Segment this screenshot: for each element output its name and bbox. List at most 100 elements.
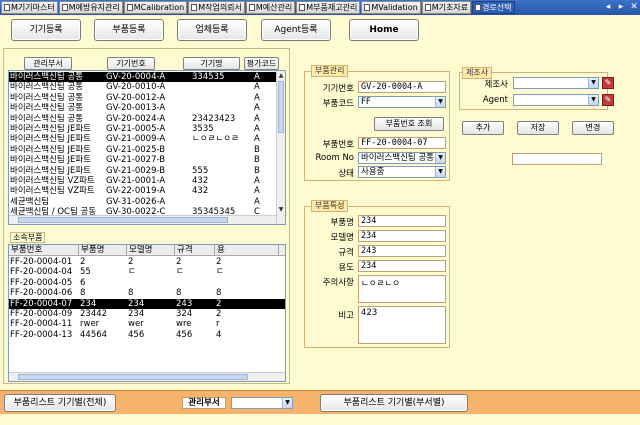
use-field[interactable]: 234: [358, 260, 446, 272]
parts-list-by-dept-button[interactable]: 부품리스트 기기별(부서별): [320, 394, 468, 412]
sort-by-equip-name-button[interactable]: 기기명: [183, 57, 240, 70]
tab-validation[interactable]: MValidation: [361, 1, 421, 14]
equipment-register-button[interactable]: 기기등록: [11, 19, 81, 41]
equipment-row[interactable]: 바이러스백신팀 VZ파트 GV-22-0019-A 432 A: [9, 186, 276, 196]
add-button[interactable]: 추가: [462, 121, 504, 135]
scroll-thumb[interactable]: [278, 81, 284, 133]
parts-row[interactable]: FF-20-0004-07 234 234 243 2: [9, 298, 285, 309]
part-no-field[interactable]: FF-20-0004-07: [358, 137, 446, 149]
parts-row[interactable]: FF-20-0004-11 rwer wer wre r: [9, 319, 285, 329]
change-button[interactable]: 변경: [572, 121, 614, 135]
tab-budget[interactable]: M예산관리: [245, 1, 296, 14]
parts-cell: 8: [128, 288, 134, 299]
equipment-row[interactable]: 바이러스백신팀 공통 GV-20-0024-A 23423423 A: [9, 114, 276, 124]
pick-maker-icon[interactable]: ✎: [602, 77, 614, 89]
pick-agent-icon[interactable]: ✎: [602, 94, 614, 106]
equipment-row[interactable]: 바이러스백신팀 JE파트 GV-21-0005-A 3535 A: [9, 124, 276, 134]
save-button[interactable]: 저장: [517, 121, 559, 135]
equipment-cell: 바이러스백신팀 공통: [10, 72, 84, 82]
equipment-row[interactable]: 바이러스백신팀 공통 GV-20-0012-A A: [9, 93, 276, 103]
parts-cell: 2: [216, 257, 222, 267]
parts-cell: 44564: [80, 329, 108, 340]
tab-calibration[interactable]: MCalibration: [123, 1, 188, 14]
chevron-down-icon[interactable]: ▼: [282, 398, 292, 408]
chevron-down-icon[interactable]: ▼: [435, 153, 445, 163]
home-button[interactable]: Home: [349, 19, 419, 41]
blank-field[interactable]: [512, 153, 602, 165]
parts-row[interactable]: FF-20-0004-05 6: [9, 278, 285, 288]
equipment-row[interactable]: 바이러스백신팀 JE파트 GV-21-0025-B B: [9, 145, 276, 155]
sort-by-equip-no-button[interactable]: 기기번호: [107, 57, 155, 70]
parts-row[interactable]: FF-20-0004-13 44564 456 456 4: [9, 330, 285, 340]
equipment-row[interactable]: 바이러스백신팀 JE파트 GV-21-0027-B B: [9, 155, 276, 165]
parts-list-all-button[interactable]: 부품리스트 기기별(전체): [4, 394, 116, 412]
equipment-row[interactable]: 세균백신팀 GV-31-0026-A A: [9, 197, 276, 207]
equipment-row[interactable]: 바이러스백신팀 공통 GV-20-0013-A A: [9, 103, 276, 113]
part-name-field[interactable]: 234: [358, 215, 446, 227]
scroll-left-icon[interactable]: ◂: [602, 1, 614, 14]
note-field[interactable]: 423: [358, 306, 446, 344]
parts-list[interactable]: 부품번호 부품명 모델명 규격 용 FF-20-0004-01 2 2 2 2 FF-20-000…: [8, 244, 286, 382]
tab-preventive-maintenance[interactable]: M예방유지관리: [58, 1, 123, 14]
tab-parts-inventory[interactable]: M부품재고관리: [296, 1, 361, 14]
bottom-dept-select[interactable]: ▼: [231, 397, 293, 409]
vendor-register-button[interactable]: 업체등록: [177, 19, 247, 41]
parts-cell: 234: [128, 308, 145, 319]
sort-by-dept-button[interactable]: 관리부서: [24, 57, 72, 70]
parts-row[interactable]: FF-20-0004-04 55 ㄷ ㄷ ㄷ: [9, 267, 285, 277]
parts-column-header[interactable]: 모델명: [127, 245, 175, 255]
agent-register-button[interactable]: Agent등록: [261, 19, 331, 41]
equipment-list[interactable]: 바이러스백신팀 공통 GV-20-0004-A 334535 A 바이러스백신팀 공통 G…: [8, 70, 286, 225]
scroll-right-icon[interactable]: ▸: [615, 1, 627, 14]
equipment-list-vscroll[interactable]: ▲ ▼: [276, 71, 285, 224]
parts-list-hscroll[interactable]: [9, 372, 285, 381]
sort-by-eval-code-button[interactable]: 평가코드: [244, 57, 279, 70]
lookup-part-no-button[interactable]: 부품번호 조회: [374, 117, 444, 131]
parts-column-header[interactable]: 규격: [175, 245, 215, 255]
equipment-cell: A: [254, 103, 260, 114]
scroll-thumb[interactable]: [18, 374, 248, 380]
agent-select[interactable]: ▼: [513, 94, 599, 106]
parts-cell: 6: [80, 277, 86, 288]
equip-no-field[interactable]: GV-20-0004-A: [358, 81, 446, 93]
parts-register-button[interactable]: 부품등록: [94, 19, 164, 41]
spec-field[interactable]: 243: [358, 245, 446, 257]
tab-work-request[interactable]: M작업의뢰서: [188, 1, 245, 14]
parts-column-header[interactable]: 용: [215, 245, 279, 255]
scroll-up-icon[interactable]: ▲: [277, 72, 285, 80]
tab-basic-data[interactable]: M기초자료: [421, 1, 472, 14]
equipment-list-hscroll[interactable]: [9, 215, 276, 224]
equipment-row[interactable]: 바이러스백신팀 공통 GV-20-0010-A A: [9, 82, 276, 92]
equipment-cell: GV-21-0001-A: [106, 175, 166, 186]
equipment-cell: 바이러스백신팀 공통: [10, 113, 84, 124]
chevron-down-icon[interactable]: ▼: [588, 78, 598, 88]
equipment-row[interactable]: 바이러스백신팀 공통 GV-20-0004-A 334535 A: [9, 72, 276, 83]
parts-column-header[interactable]: 부품명: [79, 245, 127, 255]
equipment-cell: 바이러스백신팀 JE파트: [10, 144, 91, 155]
model-field[interactable]: 234: [358, 230, 446, 242]
equipment-row[interactable]: 바이러스백신팀 JE파트 GV-21-0009-A ㄴㅇㄹㄴㅇㄹ A: [9, 134, 276, 144]
scroll-thumb[interactable]: [18, 217, 228, 223]
parts-row[interactable]: FF-20-0004-01 2 2 2 2: [9, 257, 285, 267]
tab-path-select[interactable]: 경로선택: [472, 1, 515, 14]
chevron-down-icon[interactable]: ▼: [588, 95, 598, 105]
equipment-cell: A: [254, 123, 260, 134]
caution-field[interactable]: ㄴㅇㄹㄴㅇ: [358, 275, 446, 303]
close-icon[interactable]: ✕: [628, 1, 640, 14]
status-select[interactable]: 사용중 ▼: [358, 166, 446, 178]
equipment-row[interactable]: 바이러스백신팀 VZ파트 GV-21-0001-A 432 A: [9, 176, 276, 186]
equipment-cell: 세균백신팀: [10, 196, 50, 207]
chevron-down-icon[interactable]: ▼: [435, 167, 445, 177]
chevron-down-icon[interactable]: ▼: [435, 97, 445, 107]
maker-select[interactable]: ▼: [513, 77, 599, 89]
part-code-select[interactable]: FF ▼: [358, 96, 446, 108]
parts-cell: [175, 278, 215, 288]
tab-equipment-master[interactable]: M기기마스터: [1, 1, 58, 14]
scroll-down-icon[interactable]: ▼: [277, 206, 285, 214]
form-icon: [424, 4, 431, 11]
parts-row[interactable]: FF-20-0004-06 8 8 8 8: [9, 288, 285, 298]
parts-column-header[interactable]: 부품번호: [9, 245, 79, 255]
parts-row[interactable]: FF-20-0004-09 23442 234 324 2: [9, 309, 285, 319]
equipment-row[interactable]: 바이러스백신팀 JE파트 GV-21-0029-B 555 B: [9, 166, 276, 176]
room-no-select[interactable]: 바이러스백신팀 공통 ▼: [358, 152, 446, 164]
